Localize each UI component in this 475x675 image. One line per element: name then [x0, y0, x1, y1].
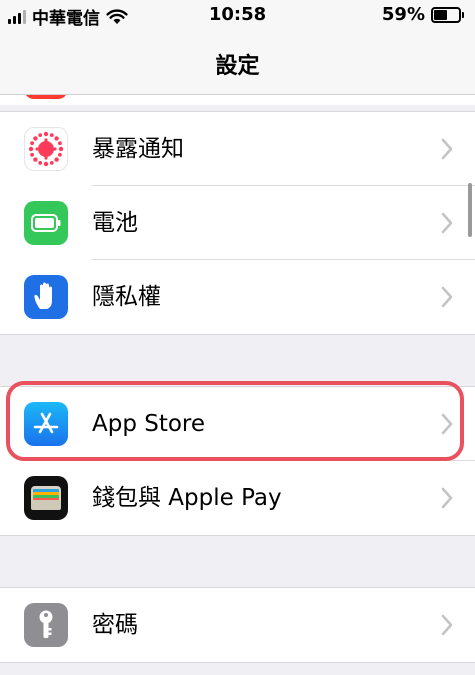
- settings-screen: 中華電信 10:58 59% 設定 暴露通知 電池 隱私權 App Store …: [0, 0, 475, 675]
- battery-fill: [434, 9, 447, 20]
- battery-settings-icon: [24, 201, 68, 245]
- page-title: 設定: [215, 54, 260, 79]
- chevron-right-icon: [441, 286, 453, 308]
- settings-row-app-store[interactable]: App Store: [0, 387, 475, 461]
- chevron-right-icon: [441, 413, 453, 435]
- settings-row-label: 隱私權: [92, 284, 161, 310]
- status-right: 59%: [381, 4, 464, 25]
- chevron-right-icon: [441, 212, 453, 234]
- partial-row[interactable]: [0, 95, 475, 105]
- settings-row-battery[interactable]: 電池: [0, 186, 475, 260]
- settings-row-label: 密碼: [92, 612, 138, 638]
- battery-percent: 59%: [381, 4, 425, 25]
- settings-group-3: 密碼: [0, 587, 475, 663]
- settings-row-label: 錢包與 Apple Pay: [92, 485, 282, 511]
- navigation-bar: 設定: [0, 30, 475, 95]
- settings-row-exposure-notification[interactable]: 暴露通知: [0, 112, 475, 186]
- chevron-right-icon: [441, 614, 453, 636]
- settings-row-label: App Store: [92, 411, 206, 437]
- scroll-indicator[interactable]: [468, 183, 472, 237]
- chevron-right-icon: [441, 138, 453, 160]
- chevron-right-icon: [441, 487, 453, 509]
- privacy-hand-icon: [24, 275, 68, 319]
- settings-row-privacy[interactable]: 隱私權: [0, 260, 475, 334]
- exposure-notification-icon: [24, 127, 68, 171]
- wallet-icon: [24, 476, 68, 520]
- settings-row-label: 暴露通知: [92, 136, 184, 162]
- settings-group-1: 暴露通知 電池 隱私權: [0, 111, 475, 335]
- battery-icon: [431, 6, 464, 23]
- key-icon: [24, 603, 68, 647]
- settings-row-wallet[interactable]: 錢包與 Apple Pay: [0, 461, 475, 535]
- settings-group-2: App Store 錢包與 Apple Pay: [0, 386, 475, 536]
- partial-settings-icon: [24, 95, 68, 99]
- settings-row-passwords[interactable]: 密碼: [0, 588, 475, 662]
- status-bar: 中華電信 10:58 59%: [0, 0, 475, 30]
- app-store-icon: [24, 402, 68, 446]
- settings-row-label: 電池: [92, 210, 138, 236]
